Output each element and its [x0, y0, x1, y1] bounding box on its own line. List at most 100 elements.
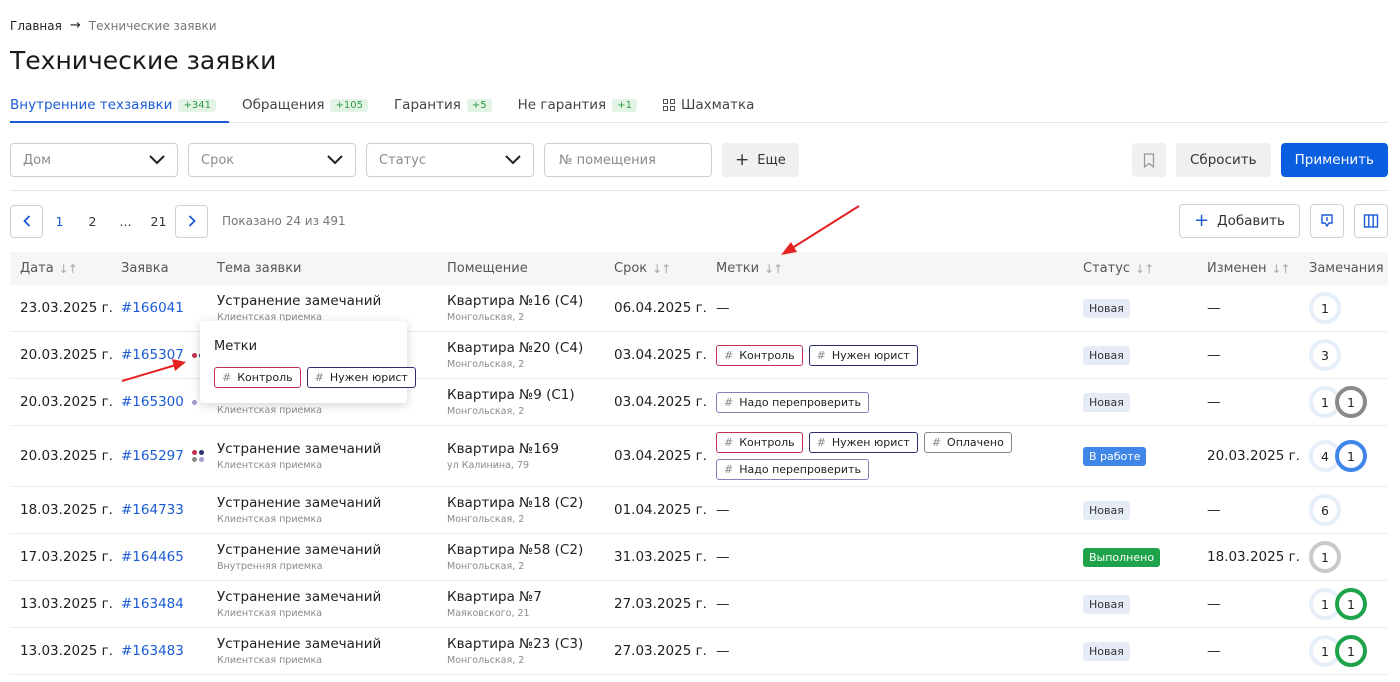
tag[interactable]: # Нужен юрист	[808, 344, 918, 366]
table-row[interactable]: 18.03.2025 г. #164733 Устранение замечан…	[10, 487, 1388, 534]
page-21[interactable]: 21	[142, 214, 175, 229]
tab-badge: +341	[178, 98, 216, 112]
tag[interactable]: # Надо перепроверить	[716, 391, 869, 413]
remark-count-secondary[interactable]: 1	[1335, 635, 1367, 667]
col-date[interactable]: Дата ↓↑	[20, 261, 78, 276]
cell-date: 20.03.2025 г.	[20, 448, 113, 464]
cell-request: #165300	[121, 379, 197, 425]
room-address: Монгольская, 2	[447, 359, 525, 370]
cell-request: #165297	[121, 426, 204, 486]
room-address: Монгольская, 2	[447, 312, 525, 323]
sort-icon: ↓↑	[58, 261, 78, 276]
cell-room: Квартира №9 (С1) Монгольская, 2	[447, 379, 575, 425]
cell-status: Новая	[1083, 628, 1130, 674]
col-label: Тема заявки	[217, 261, 302, 276]
cell-date: 23.03.2025 г.	[20, 300, 113, 316]
tab-badge: +105	[330, 98, 368, 112]
annotation-arrow-icon	[781, 205, 860, 255]
request-link[interactable]: #165297	[121, 448, 184, 464]
remark-count[interactable]: 1	[1309, 541, 1341, 573]
export-button[interactable]	[1310, 204, 1344, 238]
deadline-select[interactable]: Срок	[188, 143, 356, 177]
house-select[interactable]: Дом	[10, 143, 178, 177]
tag[interactable]: # Надо перепроверить	[716, 459, 869, 480]
request-link[interactable]: #165307	[121, 347, 184, 363]
tag[interactable]: # Контроль	[716, 432, 803, 453]
topic-text: Устранение замечаний	[217, 636, 382, 652]
room-address: Монгольская, 2	[447, 655, 525, 666]
status-badge: В работе	[1083, 446, 1147, 466]
cell-room: Квартира №169 ул Калинина, 79	[447, 426, 559, 486]
reset-button[interactable]: Сбросить	[1175, 143, 1271, 177]
cell-room: Квартира №23 (С3) Монгольская, 2	[447, 628, 583, 674]
tag[interactable]: # Оплачено	[923, 432, 1012, 453]
topic-sub: Клиентская приемка	[217, 655, 323, 666]
tag-label: Контроль	[237, 371, 293, 384]
remark-count-secondary[interactable]: 1	[1335, 386, 1367, 418]
col-tags[interactable]: Метки ↓↑	[716, 261, 783, 276]
tag[interactable]: # Нужен юрист	[808, 432, 918, 453]
tag[interactable]: # Контроль	[214, 367, 301, 388]
request-link[interactable]: #165300	[121, 394, 184, 410]
remark-count-secondary[interactable]: 1	[1335, 440, 1367, 472]
cell-room: Квартира №18 (С2) Монгольская, 2	[447, 487, 583, 533]
prev-page-button[interactable]	[10, 204, 43, 238]
topic-sub: Клиентская приемка	[217, 608, 323, 619]
topic-text: Устранение замечаний	[217, 441, 382, 457]
tab-non-warranty[interactable]: Не гарантия +1	[518, 88, 650, 122]
tab-internal[interactable]: Внутренние техзаявки +341	[10, 88, 229, 123]
col-remarks: Замечания	[1309, 261, 1384, 276]
cell-deadline: 01.04.2025 г.	[614, 502, 707, 518]
tab-warranty[interactable]: Гарантия +5	[394, 88, 505, 122]
col-label: Статус	[1083, 261, 1131, 276]
remark-count[interactable]: 3	[1309, 339, 1341, 371]
cell-request: #164733	[121, 487, 184, 533]
room-number-input[interactable]	[544, 143, 712, 177]
room-address: Монгольская, 2	[447, 514, 525, 525]
more-filters-button[interactable]: + Еще	[722, 143, 799, 177]
tag-dots-icon[interactable]	[191, 399, 197, 405]
tag[interactable]: # Контроль	[716, 344, 803, 366]
tag-dots-icon[interactable]	[191, 450, 204, 462]
pagination: 1 2 ... 21 Показано 24 из 491	[10, 204, 346, 238]
request-link[interactable]: #163484	[121, 596, 184, 612]
tab-chessboard[interactable]: Шахматка	[662, 88, 767, 122]
status-badge: Новая	[1083, 392, 1130, 412]
plus-icon: +	[735, 149, 750, 170]
request-link[interactable]: #164733	[121, 502, 184, 518]
apply-button[interactable]: Применить	[1280, 143, 1388, 177]
col-status[interactable]: Статус ↓↑	[1083, 261, 1154, 276]
col-deadline[interactable]: Срок ↓↑	[614, 261, 671, 276]
page-2[interactable]: 2	[76, 214, 109, 229]
cell-request: #163484	[121, 581, 184, 627]
columns-button[interactable]	[1354, 204, 1388, 238]
next-page-button[interactable]	[175, 204, 208, 238]
table-row[interactable]: 17.03.2025 г. #164465 Устранение замечан…	[10, 534, 1388, 581]
tab-appeals[interactable]: Обращения +105	[242, 88, 381, 122]
breadcrumb-home[interactable]: Главная	[10, 19, 62, 33]
col-changed[interactable]: Изменен ↓↑	[1207, 261, 1291, 276]
topic-text: Устранение замечаний	[217, 293, 382, 309]
tag[interactable]: # Нужен юрист	[306, 367, 416, 388]
add-button[interactable]: + Добавить	[1178, 204, 1300, 238]
status-badge: Новая	[1083, 594, 1130, 614]
bookmark-button[interactable]	[1131, 143, 1166, 177]
remark-count[interactable]: 1	[1309, 292, 1341, 324]
cell-topic: Устранение замечаний Клиентская приемка	[217, 628, 381, 674]
table-row[interactable]: 20.03.2025 г. #165297 Устранение замечан…	[10, 426, 1388, 487]
tag-label: Оплачено	[947, 436, 1004, 449]
remark-count-secondary[interactable]: 1	[1335, 588, 1367, 620]
request-link[interactable]: #163483	[121, 643, 184, 659]
request-link[interactable]: #166041	[121, 300, 184, 316]
grid-icon	[662, 99, 675, 111]
table-row[interactable]: 13.03.2025 г. #163484 Устранение замечан…	[10, 581, 1388, 628]
table-row[interactable]: 13.03.2025 г. #163483 Устранение замечан…	[10, 628, 1388, 675]
chevron-right-icon	[188, 215, 196, 227]
page-1[interactable]: 1	[43, 214, 76, 229]
status-badge: Новая	[1083, 500, 1130, 520]
status-select[interactable]: Статус	[366, 143, 534, 177]
table-toolbar: + Добавить	[1178, 204, 1388, 238]
breadcrumb: Главная → Технические заявки	[10, 18, 217, 33]
remark-count[interactable]: 6	[1309, 494, 1341, 526]
request-link[interactable]: #164465	[121, 549, 184, 565]
